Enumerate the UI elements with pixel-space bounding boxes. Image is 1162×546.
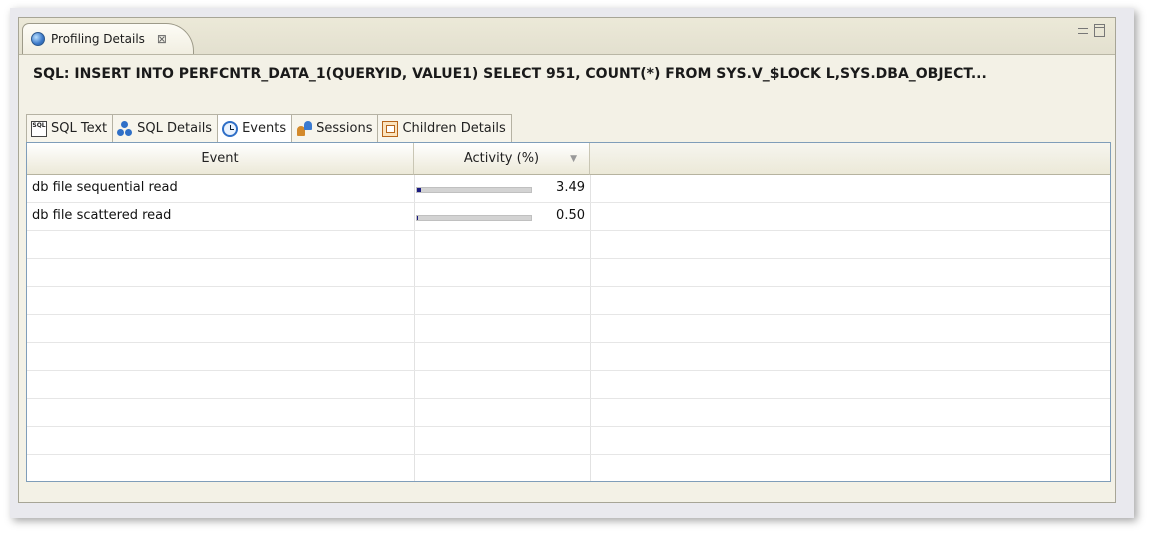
event-name-cell: db file sequential read bbox=[32, 180, 178, 195]
column-header-filler bbox=[590, 143, 1110, 175]
empty-table-row bbox=[27, 343, 1110, 371]
table-row[interactable]: db file scattered read 0.50 bbox=[27, 203, 1110, 231]
close-icon[interactable]: ⊠ bbox=[157, 32, 167, 46]
column-header-activity[interactable]: Activity (%) ▼ bbox=[414, 143, 590, 175]
event-name-cell: db file scattered read bbox=[32, 208, 172, 223]
empty-table-row bbox=[27, 315, 1110, 343]
column-header-event[interactable]: Event bbox=[27, 143, 414, 175]
tab-children-details[interactable]: Children Details bbox=[377, 114, 512, 142]
activity-bar bbox=[416, 187, 532, 193]
empty-table-row bbox=[27, 371, 1110, 399]
tab-sql-details[interactable]: SQL Details bbox=[112, 114, 219, 142]
empty-table-row bbox=[27, 399, 1110, 427]
sql-text-icon: SQL bbox=[31, 120, 47, 137]
profiling-details-view: Profiling Details ⊠ SQL: INSERT INTO PER… bbox=[18, 17, 1116, 503]
view-tab-label: Profiling Details bbox=[51, 32, 145, 46]
minimize-icon[interactable] bbox=[1078, 28, 1088, 34]
tab-sql-text[interactable]: SQL SQL Text bbox=[26, 114, 114, 142]
events-table: Event Activity (%) ▼ db file sequential … bbox=[26, 142, 1111, 482]
window-controls bbox=[1078, 24, 1105, 37]
empty-table-row bbox=[27, 427, 1110, 455]
tab-label: Children Details bbox=[402, 121, 506, 136]
tab-label: SQL Details bbox=[137, 121, 213, 136]
sessions-icon bbox=[296, 120, 313, 137]
empty-table-row bbox=[27, 231, 1110, 259]
view-tab-profiling-details[interactable]: Profiling Details ⊠ bbox=[22, 23, 194, 54]
empty-table-row bbox=[27, 287, 1110, 315]
activity-value-cell: 0.50 bbox=[556, 208, 585, 223]
empty-table-row bbox=[27, 259, 1110, 287]
maximize-icon[interactable] bbox=[1094, 24, 1105, 37]
detail-tabs: SQL SQL Text SQL Details Events Sessions… bbox=[26, 114, 512, 142]
table-row[interactable]: db file sequential read 3.49 bbox=[27, 175, 1110, 203]
activity-bar bbox=[416, 215, 532, 221]
globe-icon bbox=[31, 32, 45, 46]
tab-events[interactable]: Events bbox=[217, 114, 293, 142]
sql-details-icon bbox=[117, 120, 133, 137]
activity-value-cell: 3.49 bbox=[556, 180, 585, 195]
view-tab-bar: Profiling Details ⊠ bbox=[19, 18, 1115, 55]
sort-descending-icon: ▼ bbox=[570, 154, 577, 164]
empty-table-row bbox=[27, 455, 1110, 481]
activity-bar-fill bbox=[417, 188, 421, 192]
activity-bar-fill bbox=[417, 216, 418, 220]
sql-statement-title: SQL: INSERT INTO PERFCNTR_DATA_1(QUERYID… bbox=[33, 66, 987, 82]
clock-icon bbox=[222, 120, 239, 137]
tab-label: Sessions bbox=[316, 121, 373, 136]
tab-label: Events bbox=[242, 121, 287, 136]
tab-sessions[interactable]: Sessions bbox=[291, 114, 379, 142]
children-details-icon bbox=[382, 120, 399, 137]
tab-label: SQL Text bbox=[51, 121, 108, 136]
